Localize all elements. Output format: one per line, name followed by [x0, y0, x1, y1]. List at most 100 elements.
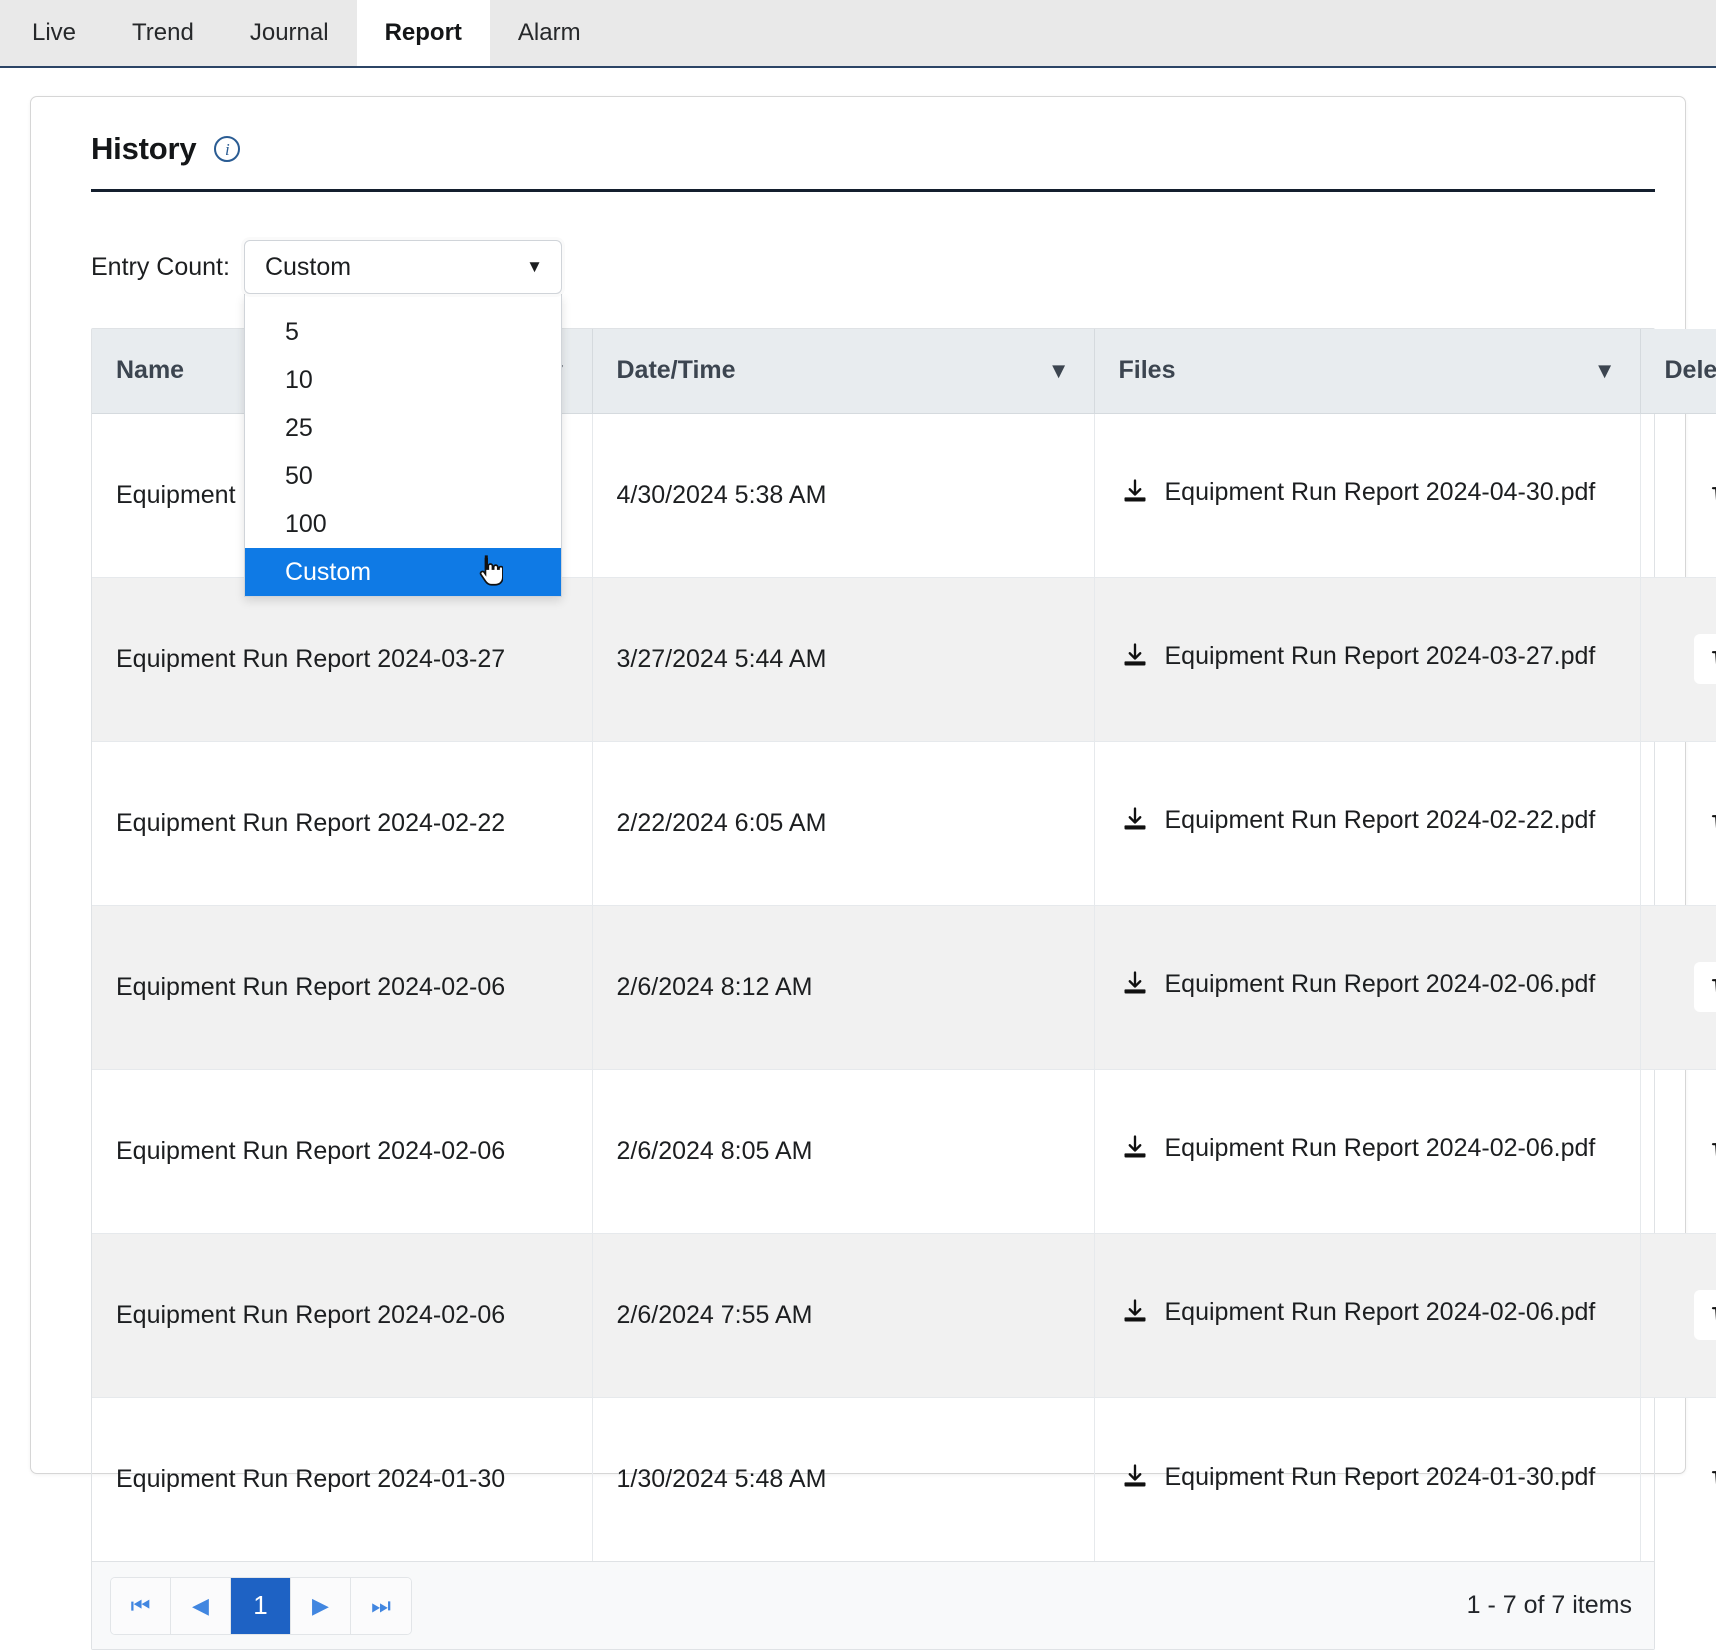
column-label: Name	[116, 356, 184, 385]
pager-item-count: 1 - 7 of 7 items	[1467, 1591, 1632, 1620]
tab-label: Alarm	[518, 19, 581, 47]
cell-name: Equipment Run Report 2024-02-06	[92, 1069, 592, 1233]
cell-datetime: 2/6/2024 8:05 AM	[592, 1069, 1094, 1233]
prev-page-icon[interactable]: ◀	[171, 1578, 231, 1634]
table-pager: ⏮ ◀ 1 ▶ ⏭ 1 - 7 of 7 items	[92, 1561, 1654, 1649]
file-link[interactable]: Equipment Run Report 2024-02-22.pdf	[1165, 802, 1596, 838]
tab-label: Journal	[250, 19, 329, 47]
tab-label: Trend	[132, 19, 194, 47]
tab-label: Report	[385, 19, 462, 47]
delete-row-button[interactable]	[1694, 470, 1716, 520]
dropdown-option-25[interactable]: 25	[245, 404, 561, 452]
file-link[interactable]: Equipment Run Report 2024-02-06.pdf	[1165, 966, 1596, 1002]
download-icon[interactable]	[1121, 1297, 1149, 1335]
download-icon[interactable]	[1121, 641, 1149, 679]
dropdown-option-label: Custom	[285, 558, 371, 587]
cell-name: Equipment Run Report 2024-03-27	[92, 577, 592, 741]
table-row: Equipment Run Report 2024-02-062/6/2024 …	[92, 1069, 1716, 1233]
table-row: Equipment Run Report 2024-02-062/6/2024 …	[92, 905, 1716, 1069]
page-number-1[interactable]: 1	[231, 1578, 291, 1634]
delete-row-button[interactable]	[1694, 798, 1716, 848]
file-link[interactable]: Equipment Run Report 2024-02-06.pdf	[1165, 1130, 1596, 1166]
cell-files: Equipment Run Report 2024-02-22.pdf	[1094, 741, 1640, 905]
delete-row-button[interactable]	[1694, 1126, 1716, 1176]
cell-datetime: 2/22/2024 6:05 AM	[592, 741, 1094, 905]
table-row: Equipment Run Report 2024-02-222/22/2024…	[92, 741, 1716, 905]
tab-alarm[interactable]: Alarm	[490, 0, 609, 66]
file-link[interactable]: Equipment Run Report 2024-04-30.pdf	[1165, 474, 1596, 510]
dropdown-option-5[interactable]: 5	[245, 308, 561, 356]
cell-datetime: 2/6/2024 7:55 AM	[592, 1233, 1094, 1397]
dropdown-option-100[interactable]: 100	[245, 500, 561, 548]
tab-journal[interactable]: Journal	[222, 0, 357, 66]
cell-delete	[1640, 905, 1716, 1069]
entry-count-filter: Entry Count: Custom ▼ 5 10 25 50 100 Cus…	[61, 192, 1655, 294]
file-link[interactable]: Equipment Run Report 2024-01-30.pdf	[1165, 1459, 1596, 1495]
cell-files: Equipment Run Report 2024-02-06.pdf	[1094, 1069, 1640, 1233]
cell-delete	[1640, 1069, 1716, 1233]
first-page-icon[interactable]: ⏮	[111, 1578, 171, 1634]
delete-row-button[interactable]	[1694, 1290, 1716, 1340]
cell-delete	[1640, 1233, 1716, 1397]
pointer-hand-cursor	[477, 554, 503, 588]
dropdown-option-custom[interactable]: Custom	[245, 548, 561, 596]
cell-delete	[1640, 577, 1716, 741]
pager-buttons: ⏮ ◀ 1 ▶ ⏭	[110, 1577, 412, 1635]
cell-name: Equipment Run Report 2024-01-30	[92, 1397, 592, 1561]
tab-label: Live	[32, 19, 76, 47]
column-header-datetime[interactable]: Date/Time ▼	[592, 329, 1094, 413]
table-row: Equipment Run Report 2024-03-273/27/2024…	[92, 577, 1716, 741]
entry-count-select[interactable]: Custom ▼	[244, 240, 562, 294]
cell-files: Equipment Run Report 2024-03-27.pdf	[1094, 577, 1640, 741]
cell-files: Equipment Run Report 2024-02-06.pdf	[1094, 1233, 1640, 1397]
delete-row-button[interactable]	[1694, 962, 1716, 1012]
cell-delete	[1640, 1397, 1716, 1561]
funnel-icon[interactable]: ▼	[1594, 360, 1616, 382]
tab-report[interactable]: Report	[357, 0, 490, 66]
download-icon[interactable]	[1121, 1462, 1149, 1500]
cell-name: Equipment Run Report 2024-02-06	[92, 1233, 592, 1397]
column-header-delete: Delete	[1640, 329, 1716, 413]
file-link[interactable]: Equipment Run Report 2024-02-06.pdf	[1165, 1294, 1596, 1330]
file-link[interactable]: Equipment Run Report 2024-03-27.pdf	[1165, 638, 1596, 674]
funnel-icon[interactable]: ▼	[1048, 360, 1070, 382]
tab-live[interactable]: Live	[4, 0, 104, 66]
cell-files: Equipment Run Report 2024-01-30.pdf	[1094, 1397, 1640, 1561]
cell-datetime: 1/30/2024 5:48 AM	[592, 1397, 1094, 1561]
chevron-down-icon: ▼	[526, 257, 543, 277]
card-header: History i	[61, 97, 1655, 189]
main-tabbar: Live Trend Journal Report Alarm	[0, 0, 1716, 68]
cell-delete	[1640, 741, 1716, 905]
download-icon[interactable]	[1121, 1133, 1149, 1171]
info-circle-icon[interactable]: i	[214, 136, 240, 162]
column-label: Delete	[1665, 356, 1716, 385]
cell-datetime: 4/30/2024 5:38 AM	[592, 413, 1094, 577]
column-label: Files	[1119, 356, 1176, 385]
delete-row-button[interactable]	[1694, 634, 1716, 684]
history-card: History i Entry Count: Custom ▼ 5 10 25 …	[30, 96, 1686, 1474]
column-label: Date/Time	[617, 356, 736, 385]
cell-datetime: 3/27/2024 5:44 AM	[592, 577, 1094, 741]
last-page-icon[interactable]: ⏭	[351, 1578, 411, 1634]
entry-count-dropdown: 5 10 25 50 100 Custom	[244, 294, 562, 597]
entry-count-label: Entry Count:	[91, 253, 230, 282]
cell-files: Equipment Run Report 2024-04-30.pdf	[1094, 413, 1640, 577]
cell-delete	[1640, 413, 1716, 577]
delete-row-button[interactable]	[1694, 1454, 1716, 1504]
dropdown-option-10[interactable]: 10	[245, 356, 561, 404]
page-title: History	[91, 131, 196, 167]
table-row: Equipment Run Report 2024-01-301/30/2024…	[92, 1397, 1716, 1561]
entry-count-value: Custom	[265, 253, 351, 282]
next-page-icon[interactable]: ▶	[291, 1578, 351, 1634]
page-body: History i Entry Count: Custom ▼ 5 10 25 …	[0, 68, 1716, 1504]
download-icon[interactable]	[1121, 477, 1149, 515]
cell-name: Equipment Run Report 2024-02-06	[92, 905, 592, 1069]
cell-datetime: 2/6/2024 8:12 AM	[592, 905, 1094, 1069]
entry-count-select-wrap: Custom ▼ 5 10 25 50 100 Custom	[244, 240, 562, 294]
dropdown-option-50[interactable]: 50	[245, 452, 561, 500]
column-header-files[interactable]: Files ▼	[1094, 329, 1640, 413]
download-icon[interactable]	[1121, 969, 1149, 1007]
download-icon[interactable]	[1121, 805, 1149, 843]
cell-name: Equipment Run Report 2024-02-22	[92, 741, 592, 905]
tab-trend[interactable]: Trend	[104, 0, 222, 66]
